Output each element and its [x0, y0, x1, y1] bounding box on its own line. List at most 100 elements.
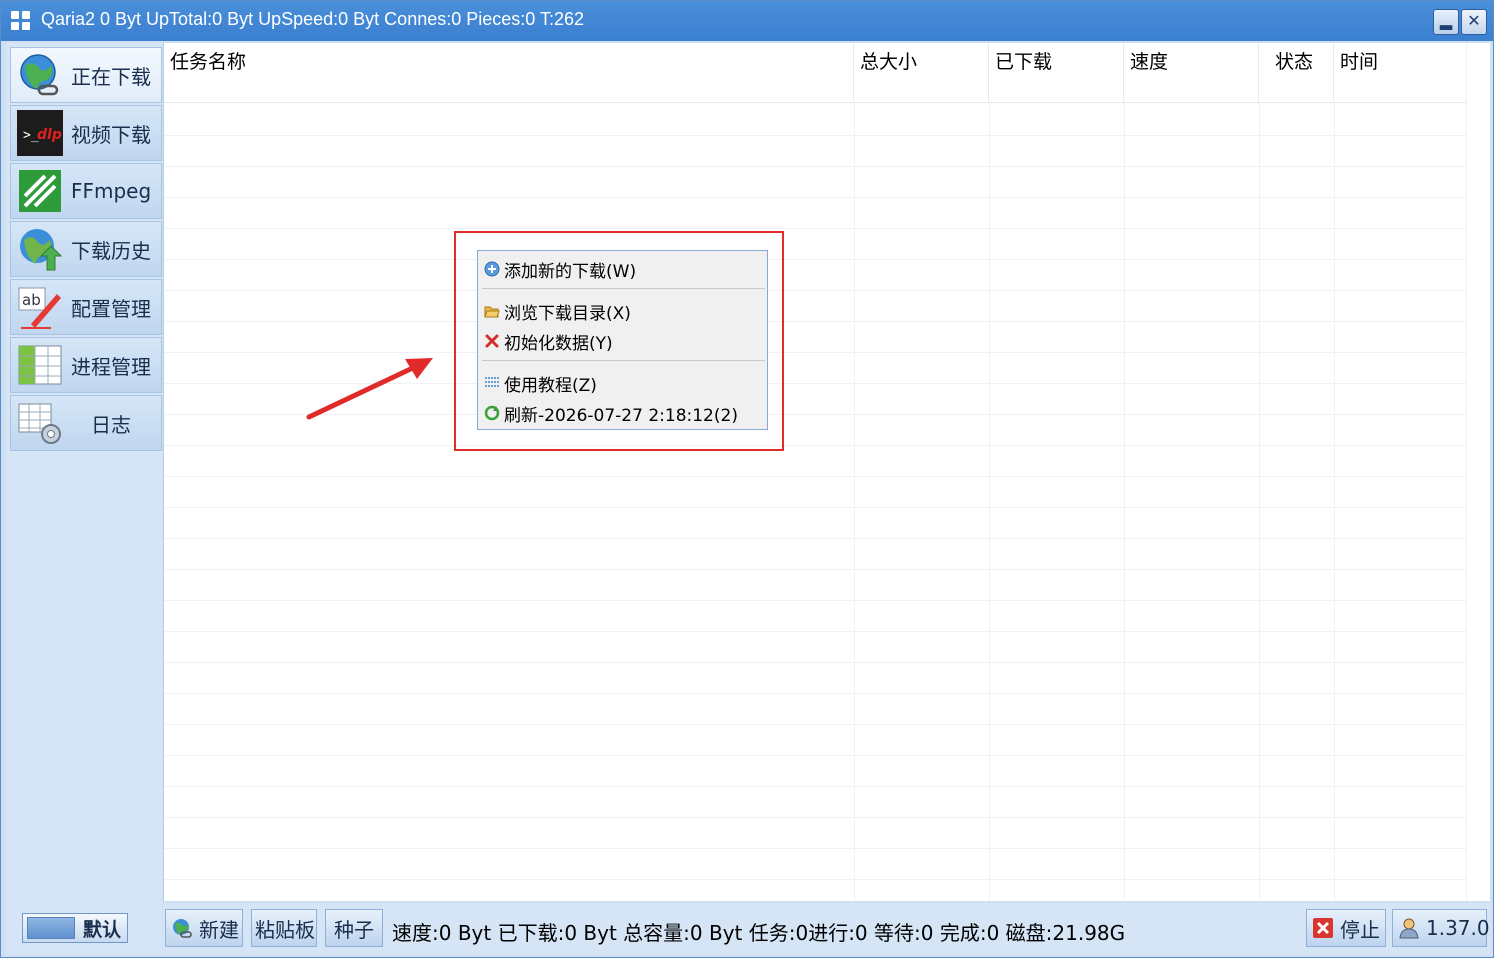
table-row[interactable] — [164, 198, 1467, 229]
column-header-downloaded[interactable]: 已下载 — [989, 43, 1124, 103]
menu-item-label: 使用教程(Z) — [504, 375, 597, 396]
column-header-speed[interactable]: 速度 — [1124, 43, 1259, 103]
globe-link-icon — [171, 917, 193, 939]
sidebar: 正在下载 >_ dlp 视频下载 FFmpeg 下载历史 ab 配置管理 进程管… — [6, 43, 162, 955]
menu-separator — [482, 288, 765, 289]
menu-item-reset-data[interactable]: 初始化数据(Y) — [478, 327, 767, 355]
table-row[interactable] — [164, 260, 1467, 291]
sidebar-item-label: FFmpeg — [71, 179, 152, 203]
globe-upload-icon — [17, 226, 63, 272]
minimize-button[interactable]: ▂ — [1433, 9, 1459, 35]
table-row[interactable] — [164, 601, 1467, 632]
table-row[interactable] — [164, 818, 1467, 849]
refresh-icon — [484, 405, 500, 421]
column-header-status[interactable]: 状态 — [1259, 43, 1334, 103]
table-row[interactable] — [164, 105, 1467, 136]
version-button[interactable]: 1.37.0 — [1392, 909, 1490, 947]
minimize-icon: ▂ — [1439, 11, 1453, 30]
default-label: 默认 — [83, 918, 122, 941]
table-row[interactable] — [164, 229, 1467, 260]
red-x-icon — [484, 333, 500, 349]
menu-item-label: 初始化数据(Y) — [504, 333, 613, 354]
menu-item-tutorial[interactable]: 使用教程(Z) — [478, 369, 767, 397]
sidebar-item-downloading[interactable]: 正在下载 — [10, 47, 162, 103]
svg-text:dlp: dlp — [37, 127, 62, 143]
menu-item-label: 浏览下载目录(X) — [504, 303, 631, 324]
user-icon — [1398, 917, 1420, 939]
close-icon: ✕ — [1467, 11, 1481, 30]
table-row[interactable] — [164, 477, 1467, 508]
column-header-size[interactable]: 总大小 — [854, 43, 989, 103]
table-row[interactable] — [164, 787, 1467, 818]
list-lines-icon — [484, 375, 500, 391]
table-row[interactable] — [164, 446, 1467, 477]
torrent-label: 种子 — [334, 917, 374, 942]
table-row[interactable] — [164, 694, 1467, 725]
table-header: 任务名称 总大小 已下载 速度 状态 时间 — [164, 43, 1467, 103]
table-gear-icon — [17, 400, 63, 446]
sidebar-item-config[interactable]: ab 配置管理 — [10, 279, 162, 335]
menu-item-add-download[interactable]: 添加新的下载(W) — [478, 255, 767, 283]
table-row[interactable] — [164, 756, 1467, 787]
sidebar-item-log[interactable]: 日志 — [10, 395, 162, 451]
task-table[interactable]: 任务名称 总大小 已下载 速度 状态 时间 — [163, 43, 1490, 911]
sidebar-item-label: 下载历史 — [71, 238, 151, 263]
annotation-arrow-icon — [306, 358, 433, 420]
table-row[interactable] — [164, 508, 1467, 539]
context-menu: 添加新的下载(W) 浏览下载目录(X) 初始化数据(Y) 使用教程(Z) 刷新-… — [477, 250, 768, 430]
column-header-time[interactable]: 时间 — [1334, 43, 1467, 103]
profile-swatch-icon — [27, 917, 75, 939]
menu-item-label: 刷新-2026-07-27 2:18:12(2) — [504, 405, 738, 426]
sidebar-item-label: 正在下载 — [71, 64, 151, 89]
vertical-scrollbar[interactable] — [1466, 43, 1490, 901]
sidebar-item-history[interactable]: 下载历史 — [10, 221, 162, 277]
sidebar-item-video[interactable]: >_ dlp 视频下载 — [10, 105, 162, 161]
table-row[interactable] — [164, 725, 1467, 756]
add-circle-icon — [484, 261, 500, 277]
ffmpeg-icon — [17, 168, 63, 214]
version-label: 1.37.0 — [1426, 916, 1490, 940]
sidebar-item-ffmpeg[interactable]: FFmpeg — [10, 163, 162, 219]
clipboard-button[interactable]: 粘贴板 — [251, 909, 317, 947]
table-row[interactable] — [164, 849, 1467, 880]
stop-button[interactable]: 停止 — [1306, 909, 1386, 947]
table-row[interactable] — [164, 291, 1467, 322]
default-profile-button[interactable]: 默认 — [22, 913, 128, 943]
svg-text:ab: ab — [22, 291, 41, 309]
table-row[interactable] — [164, 539, 1467, 570]
sidebar-item-label: 日志 — [91, 412, 131, 437]
folder-open-icon — [484, 303, 500, 319]
sidebar-item-label: 视频下载 — [71, 122, 151, 147]
menu-item-browse-folder[interactable]: 浏览下载目录(X) — [478, 297, 767, 325]
column-header-name[interactable]: 任务名称 — [164, 43, 854, 103]
globe-link-icon — [17, 52, 63, 98]
stop-x-icon — [1312, 917, 1334, 939]
sidebar-item-label: 进程管理 — [71, 354, 151, 379]
title-bar[interactable]: Qaria2 0 Byt UpTotal:0 Byt UpSpeed:0 Byt… — [1, 1, 1493, 41]
menu-item-label: 添加新的下载(W) — [504, 261, 637, 282]
new-button[interactable]: 新建 — [165, 909, 243, 947]
ytdlp-icon: >_ dlp — [17, 110, 63, 156]
app-window: Qaria2 0 Byt UpTotal:0 Byt UpSpeed:0 Byt… — [0, 0, 1494, 958]
table-row[interactable] — [164, 322, 1467, 353]
torrent-button[interactable]: 种子 — [325, 909, 383, 947]
table-row[interactable] — [164, 167, 1467, 198]
menu-separator — [482, 360, 765, 361]
new-label: 新建 — [199, 917, 239, 942]
clipboard-label: 粘贴板 — [255, 917, 315, 942]
table-row[interactable] — [164, 136, 1467, 167]
edit-pen-icon: ab — [17, 284, 63, 330]
close-button[interactable]: ✕ — [1461, 9, 1487, 35]
stop-label: 停止 — [1340, 917, 1380, 942]
table-row[interactable] — [164, 663, 1467, 694]
table-row[interactable] — [164, 570, 1467, 601]
window-title: Qaria2 0 Byt UpTotal:0 Byt UpSpeed:0 Byt… — [41, 9, 584, 29]
status-summary: 速度:0 Byt 已下载:0 Byt 总容量:0 Byt 任务:0进行:0 等待… — [392, 921, 1126, 945]
table-row[interactable] — [164, 632, 1467, 663]
status-bar: 新建 粘贴板 种子 速度:0 Byt 已下载:0 Byt 总容量:0 Byt 任… — [163, 903, 1490, 955]
grid-table-icon — [17, 342, 63, 388]
sidebar-item-label: 配置管理 — [71, 296, 151, 321]
sidebar-item-process[interactable]: 进程管理 — [10, 337, 162, 393]
menu-item-refresh[interactable]: 刷新-2026-07-27 2:18:12(2) — [478, 399, 767, 427]
app-grid-icon — [11, 11, 33, 33]
